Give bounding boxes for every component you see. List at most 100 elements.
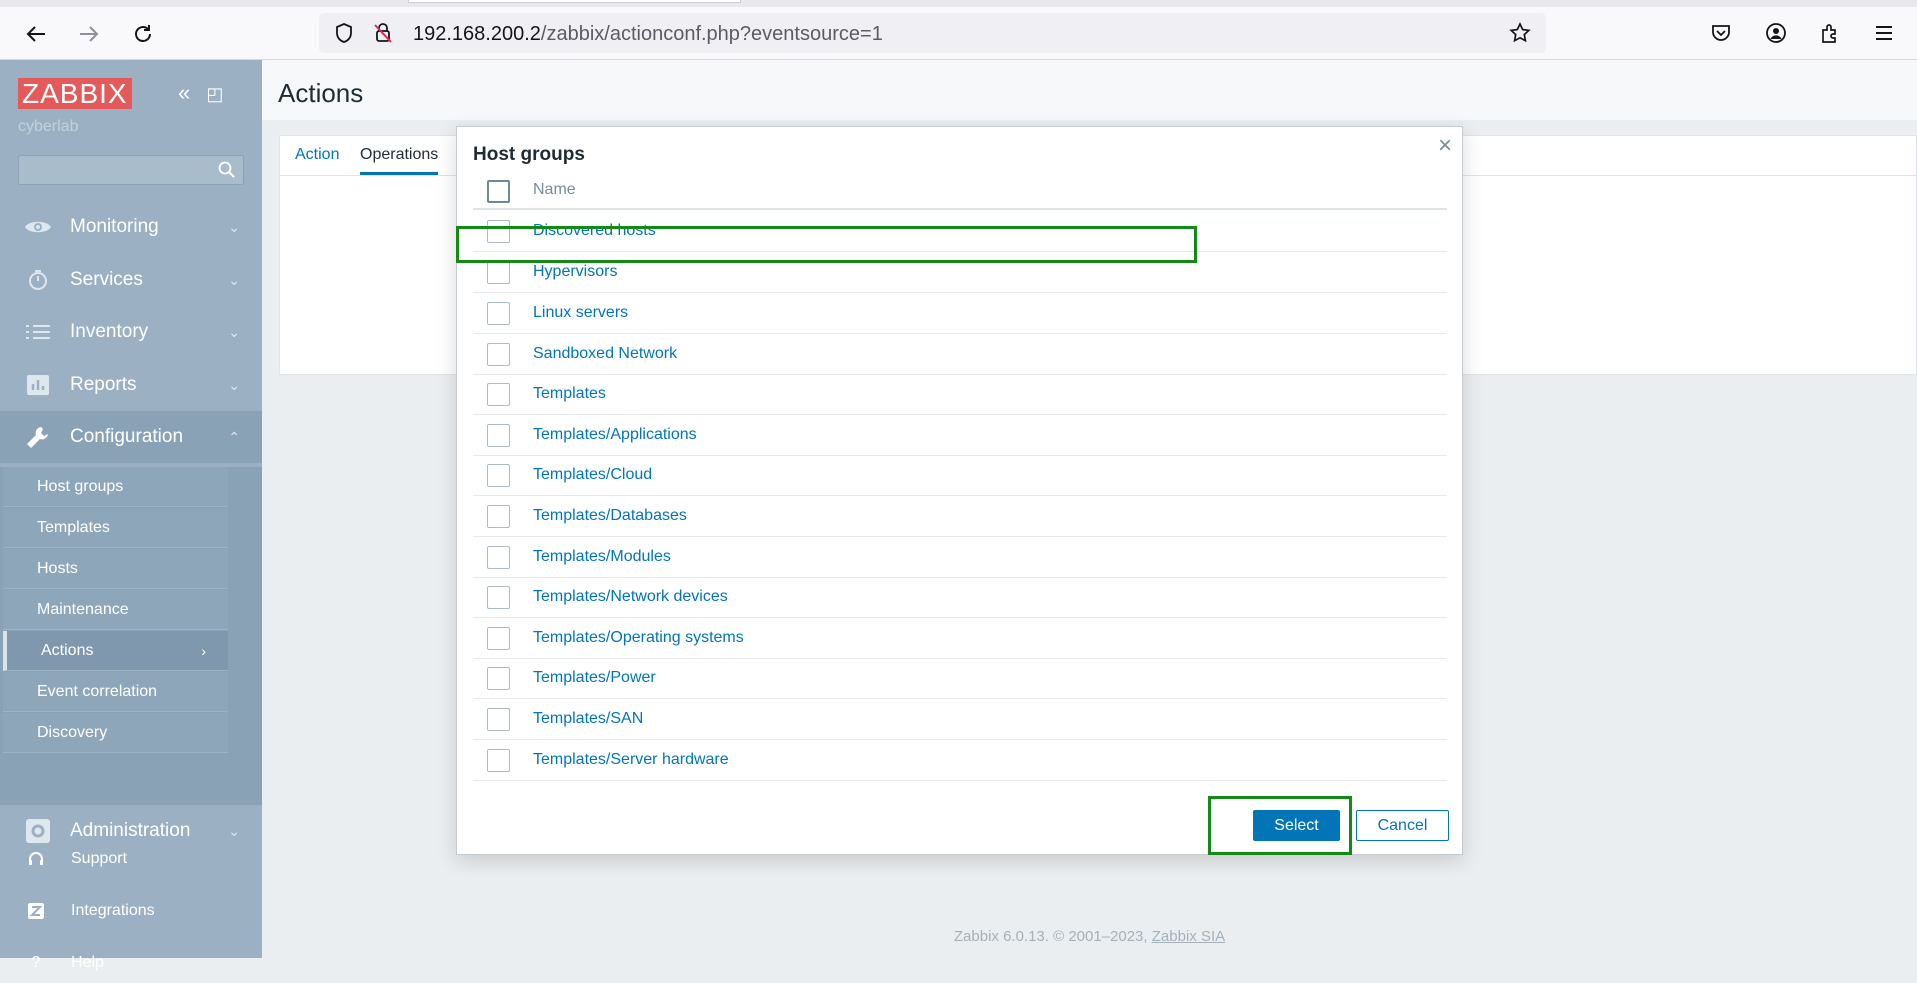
list-item: Sandboxed Network: [473, 334, 1447, 375]
configuration-submenu: Host groups Templates Hosts Maintenance …: [0, 467, 262, 805]
submenu-label: Hosts: [37, 559, 78, 577]
pocket-icon[interactable]: [1710, 22, 1732, 44]
host-group-link[interactable]: Templates/Server hardware: [533, 751, 729, 769]
column-name-header: Name: [533, 181, 576, 198]
menu-monitoring[interactable]: Monitoring ⌄: [0, 201, 262, 253]
menu-label: Support: [71, 850, 128, 867]
bookmark-star-icon[interactable]: [1509, 22, 1531, 44]
row-checkbox[interactable]: [487, 261, 510, 284]
row-checkbox[interactable]: [487, 424, 510, 447]
host-group-link[interactable]: Templates/Databases: [533, 507, 687, 525]
list-item: Templates/Server hardware: [473, 740, 1447, 781]
menu-label: Inventory: [70, 321, 149, 342]
submenu-actions[interactable]: Actions ›: [3, 631, 228, 671]
menu-inventory[interactable]: Inventory ⌄: [0, 306, 262, 358]
list-item: Templates/Cloud: [473, 455, 1447, 496]
row-checkbox[interactable]: [487, 302, 510, 325]
submenu-label: Maintenance: [37, 600, 129, 618]
host-group-link[interactable]: Templates/Applications: [533, 426, 697, 444]
zabbix-logo[interactable]: ZABBIX: [18, 78, 132, 109]
host-group-link[interactable]: Sandboxed Network: [533, 345, 677, 363]
list-item: Templates/Databases: [473, 496, 1447, 537]
clock-icon: [20, 269, 56, 291]
cancel-button[interactable]: Cancel: [1356, 810, 1449, 841]
search-icon[interactable]: [217, 160, 237, 180]
list-item: Linux servers: [473, 293, 1447, 334]
bar-chart-icon: [20, 374, 56, 396]
reload-icon[interactable]: [129, 20, 157, 48]
row-checkbox[interactable]: [487, 343, 510, 366]
tab-action[interactable]: Action: [295, 146, 339, 164]
sidebar-search-input[interactable]: [18, 155, 244, 185]
submenu-maintenance[interactable]: Maintenance: [3, 590, 228, 630]
menu-help[interactable]: ? Help: [0, 943, 262, 983]
footer: Zabbix 6.0.13. © 2001–2023, Zabbix SIA: [262, 928, 1917, 945]
row-checkbox[interactable]: [487, 546, 510, 569]
chevron-down-icon: ⌄: [228, 218, 240, 235]
url-path: /zabbix/actionconf.php?eventsource=1: [540, 23, 883, 45]
host-group-link[interactable]: Templates/Network devices: [533, 588, 728, 606]
wrench-icon: [20, 424, 56, 450]
shield-icon[interactable]: [333, 22, 355, 44]
row-checkbox[interactable]: [487, 749, 510, 772]
host-group-link[interactable]: Templates: [533, 385, 606, 403]
tab-strip: [0, 0, 1917, 7]
menu-label: Reports: [70, 374, 137, 395]
url-text[interactable]: 192.168.200.2/zabbix/actionconf.php?even…: [413, 23, 883, 46]
headset-icon: [21, 851, 51, 867]
hamburger-menu-icon[interactable]: [1873, 22, 1895, 44]
browser-tab[interactable]: [408, 0, 741, 3]
extensions-icon[interactable]: [1819, 22, 1841, 44]
dialog-title: Host groups: [473, 144, 585, 165]
account-icon[interactable]: [1765, 22, 1787, 44]
forward-icon[interactable]: [75, 20, 103, 48]
submenu-hosts[interactable]: Hosts: [3, 549, 228, 589]
chevron-right-icon: ›: [201, 642, 206, 659]
submenu-label: Actions: [41, 641, 94, 659]
host-group-link[interactable]: Linux servers: [533, 304, 628, 322]
menu-integrations[interactable]: Integrations: [0, 891, 262, 931]
row-checkbox[interactable]: [487, 627, 510, 650]
row-checkbox[interactable]: [487, 667, 510, 690]
footer-zabbix-link[interactable]: Zabbix SIA: [1152, 928, 1225, 945]
select-button[interactable]: Select: [1253, 810, 1340, 841]
row-checkbox[interactable]: [487, 586, 510, 609]
host-group-link[interactable]: Templates/Cloud: [533, 466, 652, 484]
highlight-box-discovered-hosts: [456, 226, 1197, 263]
collapse-sidebar-icon[interactable]: «: [178, 80, 190, 105]
chevron-up-icon: ⌃: [228, 428, 240, 445]
submenu-event-correlation[interactable]: Event correlation: [3, 672, 228, 712]
server-name: cyberlab: [18, 118, 79, 135]
sidebar-controls: « ◰: [178, 80, 223, 106]
host-group-link[interactable]: Templates/Power: [533, 669, 656, 687]
host-group-link[interactable]: Templates/Modules: [533, 548, 671, 566]
menu-reports[interactable]: Reports ⌄: [0, 359, 262, 411]
submenu-host-groups[interactable]: Host groups: [3, 467, 228, 507]
row-checkbox[interactable]: [487, 708, 510, 731]
menu-services[interactable]: Services ⌄: [0, 254, 262, 306]
eye-icon: [20, 218, 56, 236]
list-icon: [20, 323, 56, 341]
row-checkbox[interactable]: [487, 505, 510, 528]
url-bar[interactable]: 192.168.200.2/zabbix/actionconf.php?even…: [319, 13, 1546, 53]
tab-operations[interactable]: Operations: [360, 146, 439, 175]
list-item: Templates/Operating systems: [473, 618, 1447, 659]
menu-support[interactable]: Support: [0, 839, 262, 879]
close-icon[interactable]: ×: [1438, 132, 1452, 160]
host-group-link[interactable]: Templates/Operating systems: [533, 629, 744, 647]
kiosk-mode-icon[interactable]: ◰: [206, 84, 223, 104]
back-icon[interactable]: [22, 20, 50, 48]
insecure-lock-icon[interactable]: [372, 22, 394, 44]
menu-configuration[interactable]: Configuration ⌃: [0, 411, 262, 463]
submenu-discovery[interactable]: Discovery: [3, 713, 228, 753]
menu-label: Services: [70, 269, 143, 290]
row-checkbox[interactable]: [487, 383, 510, 406]
menu-label: Monitoring: [70, 216, 159, 237]
host-group-link[interactable]: Hypervisors: [533, 263, 617, 281]
select-all-checkbox[interactable]: [487, 180, 510, 203]
host-group-link[interactable]: Templates/SAN: [533, 710, 643, 728]
submenu-templates[interactable]: Templates: [3, 508, 228, 548]
page-header: Actions: [262, 60, 1917, 120]
row-checkbox[interactable]: [487, 464, 510, 487]
submenu-label: Event correlation: [37, 682, 158, 700]
